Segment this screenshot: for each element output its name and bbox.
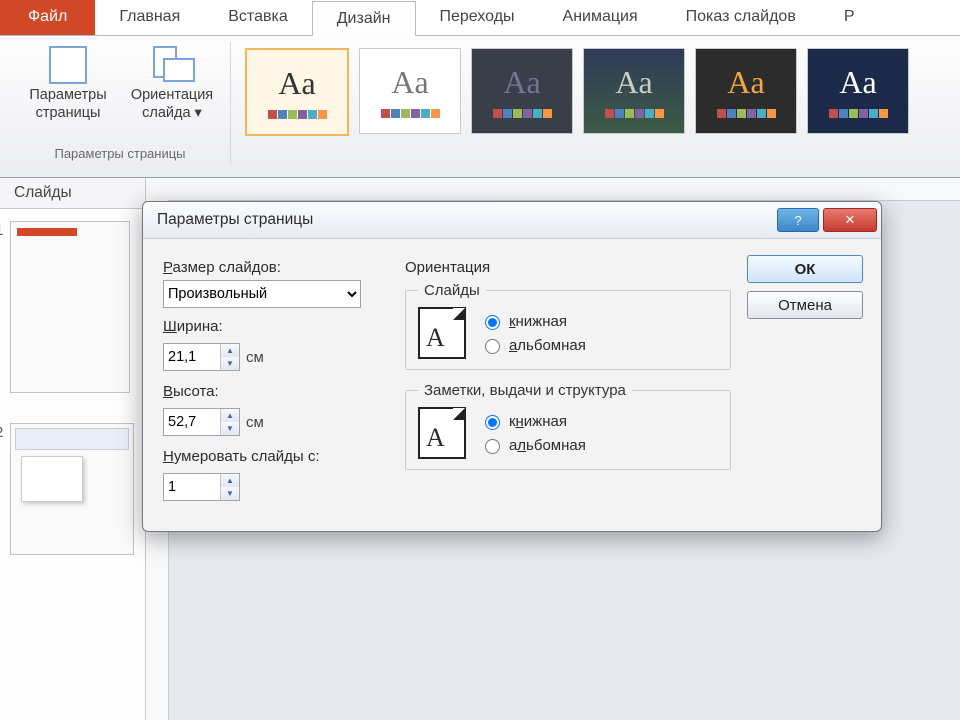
spin-down-icon[interactable]: ▼ [221,422,239,435]
help-button[interactable]: ? [777,208,819,232]
slides-group-label: Слайды [418,282,486,299]
height-unit: см [246,414,264,431]
ok-button[interactable]: ОК [747,255,863,283]
tab-cut: Р [820,0,879,35]
notes-orientation-group: Заметки, выдачи и структура A книжная ал… [405,382,731,470]
slides-landscape-radio[interactable]: альбомная [480,336,586,354]
spin-down-icon[interactable]: ▼ [221,487,239,500]
theme-item-1[interactable]: Aa [245,48,349,136]
height-spinner[interactable]: ▲▼ [163,408,240,436]
spin-up-icon[interactable]: ▲ [221,474,239,487]
theme-swatch [268,110,327,119]
page-setup-icon [49,46,87,84]
theme-item-6[interactable]: Aa [807,48,909,134]
theme-swatch [605,109,664,118]
ribbon-body: Параметры страницы Ориентация слайда ▾ П… [0,36,960,178]
width-label: Ширина: [163,318,389,335]
theme-swatch [493,109,552,118]
tab-animations[interactable]: Анимация [539,0,662,35]
dialog-orientation-column: Ориентация Слайды A книжная альбомная За… [405,255,731,509]
number-from-input[interactable] [164,474,220,500]
theme-item-5[interactable]: Aa [695,48,797,134]
theme-aa-icon: Aa [615,64,652,101]
theme-aa-icon: Aa [839,64,876,101]
theme-swatch [717,109,776,118]
theme-item-3[interactable]: Aa [471,48,573,134]
thumbnails: 1 2 [0,209,145,597]
page-setup-dialog: Параметры страницы ? ✕ Размер слайдов: П… [142,201,882,532]
theme-aa-icon: Aa [278,65,315,102]
theme-aa-icon: Aa [503,64,540,101]
dialog-left-column: Размер слайдов: Произвольный Ширина: ▲▼ … [163,255,389,509]
portrait-page-icon: A [418,307,466,359]
theme-swatch [829,109,888,118]
orientation-label: Ориентация слайда ▾ [131,86,213,122]
width-unit: см [246,349,264,366]
height-input[interactable] [164,409,220,435]
spin-down-icon[interactable]: ▼ [221,357,239,370]
number-from-label: Нумеровать слайды с: [163,448,389,465]
slide-size-label: Размер слайдов: [163,259,389,276]
theme-item-4[interactable]: Aa [583,48,685,134]
thumb-number: 1 [0,222,3,239]
theme-item-2[interactable]: Aa [359,48,461,134]
group-page-setup: Параметры страницы Ориентация слайда ▾ П… [10,42,231,164]
orientation-icon [153,46,191,84]
width-spinner[interactable]: ▲▼ [163,343,240,371]
themes-gallery: Aa Aa Aa Aa Aa Aa [231,42,909,177]
notes-group-label: Заметки, выдачи и структура [418,382,632,399]
tab-slideshow[interactable]: Показ слайдов [662,0,820,35]
close-button[interactable]: ✕ [823,208,877,232]
slide-thumb-2[interactable]: 2 [10,423,134,555]
notes-landscape-radio[interactable]: альбомная [480,436,586,454]
theme-aa-icon: Aa [727,64,764,101]
ribbon-tabs: Файл Главная Вставка Дизайн Переходы Ани… [0,0,960,36]
cancel-button[interactable]: Отмена [747,291,863,319]
spin-up-icon[interactable]: ▲ [221,344,239,357]
horizontal-ruler [146,178,960,201]
page-setup-label: Параметры страницы [29,86,106,122]
thumb-number: 2 [0,424,3,441]
notes-portrait-radio[interactable]: книжная [480,412,586,430]
width-input[interactable] [164,344,220,370]
height-label: Высота: [163,383,389,400]
spin-up-icon[interactable]: ▲ [221,409,239,422]
dialog-buttons: ОК Отмена [747,255,863,509]
slide-size-select[interactable]: Произвольный [163,280,361,308]
slides-orientation-group: Слайды A книжная альбомная [405,282,731,370]
theme-swatch [381,109,440,118]
slides-panel-tab[interactable]: Слайды [0,178,145,209]
theme-aa-icon: Aa [391,64,428,101]
portrait-page-icon: A [418,407,466,459]
page-setup-button[interactable]: Параметры страницы [18,42,118,122]
slide-orientation-button[interactable]: Ориентация слайда ▾ [122,42,222,122]
slide-thumb-1[interactable]: 1 [10,221,130,393]
slides-portrait-radio[interactable]: книжная [480,312,586,330]
dialog-title: Параметры страницы [157,211,773,229]
tab-transitions[interactable]: Переходы [416,0,539,35]
tab-file[interactable]: Файл [0,0,95,35]
tab-home[interactable]: Главная [95,0,204,35]
tab-design[interactable]: Дизайн [312,1,416,36]
slides-panel: Слайды 1 2 [0,178,146,720]
number-from-spinner[interactable]: ▲▼ [163,473,240,501]
orientation-heading: Ориентация [405,259,731,276]
dialog-titlebar: Параметры страницы ? ✕ [143,202,881,239]
group-label-page-setup: Параметры страницы [54,143,185,164]
tab-insert[interactable]: Вставка [204,0,311,35]
